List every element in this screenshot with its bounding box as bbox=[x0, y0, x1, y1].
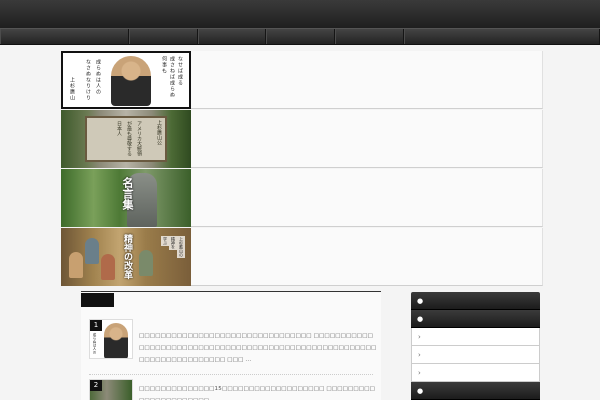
nav-item[interactable] bbox=[0, 29, 129, 44]
post-thumbnail[interactable]: 1 成らぬは人の bbox=[89, 319, 133, 359]
slide-subcaption: 上杉鷹山の bbox=[177, 236, 185, 258]
bullet-icon: ● bbox=[417, 315, 424, 323]
thumb-caption: 成らぬは人の bbox=[93, 333, 97, 354]
sidebar-item[interactable]: › bbox=[411, 364, 540, 382]
signboard-line: アメリカ大統領 bbox=[136, 121, 142, 156]
slide-thumb-statue[interactable]: 名言集 bbox=[61, 169, 191, 227]
slide-subcaption: 精神を bbox=[169, 236, 177, 250]
post-list: 1 成らぬは人の □□□□□□□□□□□□□□□□□□□□□□□□□□□□□□□… bbox=[81, 291, 381, 400]
portrait-image bbox=[111, 56, 151, 106]
post-number: 1 bbox=[90, 320, 102, 331]
divider bbox=[89, 374, 373, 375]
nav-item[interactable] bbox=[266, 29, 335, 44]
slide-thumb-signboard[interactable]: 上杉鷹山公 アメリカ大統領 が最も尊敬する 日本人 bbox=[61, 110, 191, 168]
slide-row[interactable]: 上杉鷹山公 アメリカ大統領 が最も尊敬する 日本人 bbox=[61, 110, 543, 168]
sidebar-widget-title: ● bbox=[411, 292, 540, 310]
global-nav bbox=[0, 28, 600, 45]
slide-thumb-painting[interactable]: 精神の改革 上杉鷹山の 精神を 学ぶ bbox=[61, 228, 191, 286]
sidebar-widget-title: ● bbox=[411, 382, 540, 400]
post-number: 2 bbox=[90, 380, 102, 391]
quote-signature: 上杉鷹山 bbox=[69, 77, 75, 101]
post-excerpt: □□□□□□□□□□□□□□□□□□□□□□□□□□□□□□□□ □□□□□□□… bbox=[139, 333, 377, 363]
tab-recent[interactable] bbox=[81, 293, 114, 307]
nav-item[interactable] bbox=[129, 29, 198, 44]
painting-figure bbox=[85, 238, 99, 264]
painting-figure bbox=[101, 254, 115, 280]
slide-caption: 名言集 bbox=[121, 177, 134, 210]
post-thumbnail[interactable]: 2 bbox=[89, 379, 133, 400]
slide-thumb-uesugi-quote[interactable]: なせば成る 成さねば成らぬ 何事も 成らぬは人の なさぬなりけり 上杉鷹山 bbox=[61, 51, 191, 109]
slide-subcaption: 学ぶ bbox=[161, 236, 169, 246]
slide-row[interactable]: なせば成る 成さねば成らぬ 何事も 成らぬは人の なさぬなりけり 上杉鷹山 bbox=[61, 51, 543, 109]
slide-row[interactable]: 精神の改革 上杉鷹山の 精神を 学ぶ bbox=[61, 228, 543, 286]
site-header bbox=[0, 0, 600, 28]
painting-figure bbox=[139, 250, 153, 276]
signboard-line: が最も尊敬する bbox=[126, 121, 132, 156]
sidebar: ● ● › › › ● bbox=[411, 292, 540, 400]
signboard-title: 上杉鷹山公 bbox=[156, 120, 162, 145]
bullet-icon: ● bbox=[417, 297, 424, 305]
portrait-image bbox=[104, 323, 128, 358]
painting-figure bbox=[69, 252, 83, 278]
quote-line: なさぬなりけり bbox=[85, 59, 91, 101]
post-excerpt: □□□□□□□□□□□□□□15□□□□□□□□□□□□□□□□□□□ □□□□… bbox=[139, 386, 376, 400]
quote-line: 成さねば成らぬ bbox=[169, 56, 175, 98]
slide-caption: 精神の改革 bbox=[122, 234, 132, 279]
nav-item[interactable] bbox=[404, 29, 600, 44]
page: なせば成る 成さねば成らぬ 何事も 成らぬは人の なさぬなりけり 上杉鷹山 上杉… bbox=[0, 0, 600, 400]
sidebar-widget-title: ● bbox=[411, 310, 540, 328]
slide-row[interactable]: 名言集 bbox=[61, 169, 543, 227]
nav-item[interactable] bbox=[335, 29, 404, 44]
bullet-icon: ● bbox=[417, 387, 424, 395]
featured-slider: なせば成る 成さねば成らぬ 何事も 成らぬは人の なさぬなりけり 上杉鷹山 上杉… bbox=[61, 51, 543, 287]
signboard-line: 日本人 bbox=[116, 121, 122, 136]
quote-line: 何事も bbox=[161, 56, 167, 74]
sidebar-item[interactable]: › bbox=[411, 328, 540, 346]
quote-line: なせば成る bbox=[177, 56, 183, 86]
signboard-image: 上杉鷹山公 アメリカ大統領 が最も尊敬する 日本人 bbox=[85, 116, 167, 162]
nav-item[interactable] bbox=[198, 29, 266, 44]
sidebar-item[interactable]: › bbox=[411, 346, 540, 364]
quote-line: 成らぬは人の bbox=[95, 59, 101, 95]
